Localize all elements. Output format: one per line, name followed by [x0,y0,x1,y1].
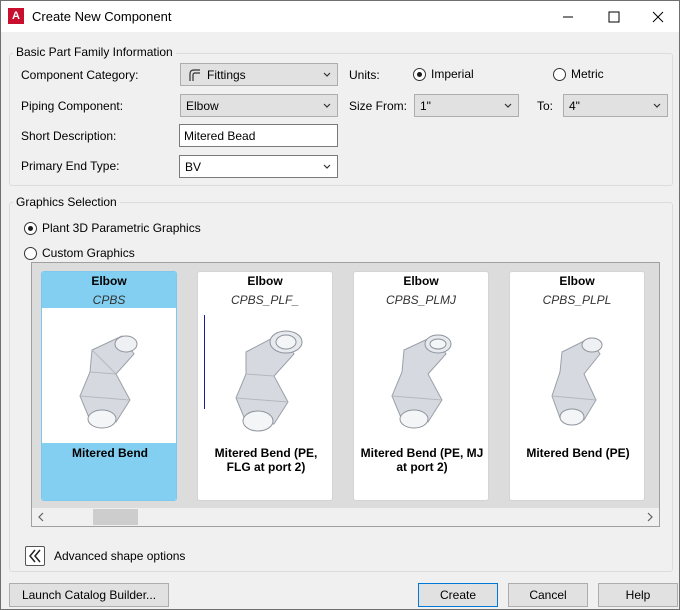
short-description-label: Short Description: [21,129,117,143]
launch-catalog-builder-button[interactable]: Launch Catalog Builder... [9,583,169,607]
card-code: CPBS_PLPL [542,293,612,307]
graphics-selection-legend: Graphics Selection [13,195,120,209]
scroll-left-icon[interactable] [36,512,46,522]
card-header: Elbow CPBS_PLPL [510,272,644,308]
card-description: Mitered Bend (PE, MJ at port 2) [360,446,484,474]
mitered-elbow-preview-icon [79,335,138,429]
card-code: CPBS [92,293,126,307]
title-bar: A Create New Component [1,1,679,32]
card-description: Mitered Bend (PE) [526,446,630,460]
card-name: Elbow [403,274,439,288]
mitered-elbow-plain-preview-icon [551,337,603,426]
gallery-horizontal-scrollbar[interactable] [32,508,659,526]
card-description: Mitered Bend (PE, FLG at port 2) [214,446,318,474]
elbow-fitting-icon [189,69,200,81]
help-button[interactable]: Help [598,583,678,607]
size-to-value: 4" [569,99,580,113]
create-button[interactable]: Create [418,583,498,607]
units-imperial-label[interactable]: Imperial [431,67,474,81]
graphics-gallery[interactable]: Elbow CPBS Mitered Bend Elbow CPBS_PLF_ [31,262,660,527]
graphics-card-cpbs-plmj[interactable]: Elbow CPBS_PLMJ Mitered Bend (PE, MJ at … [353,271,489,501]
units-metric-label[interactable]: Metric [571,67,604,81]
window-title: Create New Component [32,9,172,24]
card-header: Elbow CPBS_PLF_ [198,272,332,308]
card-code: CPBS_PLF_ [230,293,300,307]
card-footer: Mitered Bend (PE, FLG at port 2) [198,443,332,500]
maximize-button[interactable] [591,1,637,32]
custom-graphics-label[interactable]: Custom Graphics [42,246,135,260]
short-description-field[interactable] [179,124,338,147]
chevron-down-icon [504,103,512,108]
size-from-value: 1" [420,99,431,113]
maximize-icon [608,11,620,22]
piping-component-label: Piping Component: [21,99,124,113]
piping-component-value: Elbow [186,99,219,113]
component-category-select[interactable]: Fittings [180,63,338,86]
custom-graphics-radio[interactable] [24,247,37,260]
piping-component-select[interactable]: Elbow [180,94,338,117]
chevron-down-icon [323,103,331,108]
chevron-down-icon [653,103,661,108]
units-metric-radio[interactable] [553,68,566,81]
chevron-down-icon [323,164,331,169]
cancel-button[interactable]: Cancel [508,583,588,607]
card-name: Elbow [247,274,283,288]
scroll-right-icon[interactable] [645,512,655,522]
size-from-label: Size From: [349,99,408,113]
chevron-down-icon [323,72,331,77]
card-footer: Mitered Bend (PE, MJ at port 2) [354,443,488,500]
units-imperial-radio[interactable] [413,68,426,81]
minimize-icon [563,16,573,17]
card-footer: Mitered Bend [42,443,176,500]
create-new-component-dialog: A Create New Component Basic Part Family… [0,0,680,610]
size-from-select[interactable]: 1" [414,94,519,117]
radio-selected-dot [417,72,422,77]
component-category-value: Fittings [207,68,246,82]
units-label: Units: [349,68,380,82]
card-name: Elbow [91,274,127,288]
primary-end-type-value: BV [185,160,202,174]
basic-info-legend: Basic Part Family Information [13,45,176,59]
graphics-card-cpbs[interactable]: Elbow CPBS Mitered Bend [41,271,177,501]
close-button[interactable] [635,1,680,32]
autocad-app-icon: A [8,8,24,24]
scrollbar-thumb[interactable] [93,509,138,525]
size-to-select[interactable]: 4" [563,94,668,117]
double-chevron-left-icon [29,549,41,563]
graphics-card-cpbs-plf[interactable]: Elbow CPBS_PLF_ Mitered Bend (PE, FLG at… [197,271,333,501]
advanced-options-toggle[interactable] [25,546,45,566]
radio-selected-dot [28,226,33,231]
parametric-graphics-label[interactable]: Plant 3D Parametric Graphics [42,221,201,235]
minimize-button[interactable] [545,1,591,32]
graphics-card-cpbs-plpl[interactable]: Elbow CPBS_PLPL Mitered Bend (PE) [509,271,645,501]
parametric-graphics-radio[interactable] [24,222,37,235]
card-code: CPBS_PLMJ [385,293,457,307]
mitered-elbow-mj-preview-icon [391,334,452,429]
mitered-elbow-flanged-preview-icon [235,330,303,432]
close-icon [652,11,664,22]
component-category-label: Component Category: [21,68,139,82]
advanced-options-label[interactable]: Advanced shape options [54,549,185,563]
card-description: Mitered Bend [71,446,148,460]
primary-end-type-select[interactable]: BV [179,155,338,178]
card-header: Elbow CPBS_PLMJ [354,272,488,308]
card-name: Elbow [559,274,595,288]
short-description-input[interactable] [180,125,337,146]
size-to-label: To: [537,99,554,113]
primary-end-type-label: Primary End Type: [21,159,120,173]
card-footer: Mitered Bend (PE) [510,443,644,500]
gallery-insertion-marker [204,315,205,409]
card-header: Elbow CPBS [42,272,176,308]
